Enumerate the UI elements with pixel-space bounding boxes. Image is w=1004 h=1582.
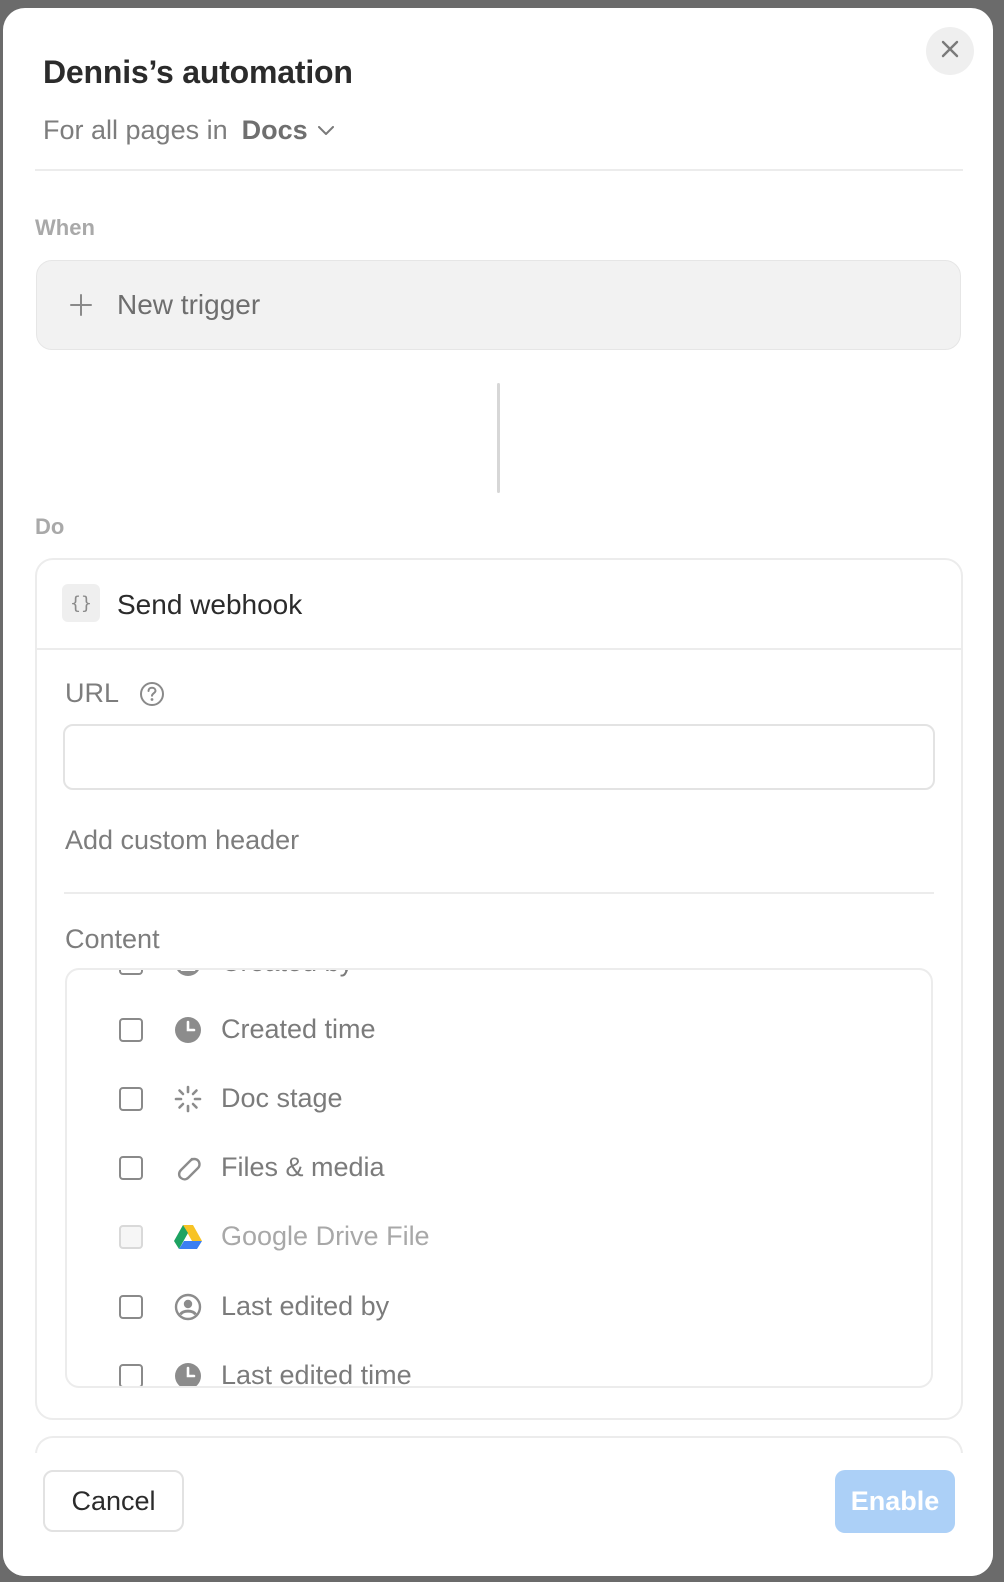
close-button[interactable] — [926, 27, 974, 75]
person-icon — [173, 1292, 203, 1322]
property-row-doc-stage[interactable]: Doc stage — [67, 1064, 931, 1133]
automation-modal: Dennis’s automation For all pages in Doc… — [3, 8, 993, 1576]
database-name: Docs — [241, 115, 308, 145]
checkbox[interactable] — [119, 1017, 143, 1042]
modal-title: Dennis’s automation — [43, 54, 353, 90]
plus-icon — [69, 293, 93, 317]
chevron-down-icon — [317, 125, 334, 135]
checkbox[interactable] — [119, 1363, 143, 1386]
checkbox[interactable] — [119, 1294, 143, 1319]
clock-icon — [173, 1015, 203, 1045]
google-drive-icon — [173, 1222, 203, 1252]
new-trigger-button[interactable]: New trigger — [36, 260, 961, 350]
property-row-files-media[interactable]: Files & media — [67, 1133, 931, 1202]
checkbox[interactable] — [119, 1155, 143, 1180]
checkbox[interactable] — [119, 970, 143, 975]
checkbox[interactable] — [119, 1086, 143, 1111]
do-label: Do — [35, 514, 65, 539]
code-braces-icon: {} — [62, 584, 100, 622]
modal-footer: Cancel Enable — [3, 1453, 993, 1576]
property-label: Created time — [221, 1014, 376, 1044]
property-row-created-time[interactable]: Created time — [67, 995, 931, 1064]
new-trigger-label: New trigger — [117, 289, 261, 320]
scope-row: For all pages in Docs — [43, 115, 334, 146]
enable-button[interactable]: Enable — [835, 1470, 955, 1533]
clock-icon — [173, 1361, 203, 1386]
url-input[interactable] — [63, 724, 935, 790]
action-header[interactable]: {} Send webhook — [37, 560, 961, 650]
close-icon — [940, 39, 960, 64]
divider — [64, 892, 934, 894]
action-title: Send webhook — [117, 589, 303, 620]
cancel-button[interactable]: Cancel — [43, 1470, 184, 1532]
when-label: When — [35, 215, 95, 240]
property-label: Created by — [221, 970, 353, 978]
property-row-last-edited-time[interactable]: Last edited time — [67, 1341, 931, 1388]
webhook-action-card: {} Send webhook URL Add custom header Co… — [35, 558, 963, 1420]
status-icon — [173, 1084, 203, 1114]
flow-connector — [497, 383, 500, 493]
help-icon[interactable] — [139, 681, 165, 707]
property-label: Files & media — [221, 1152, 385, 1182]
paperclip-icon — [173, 1153, 203, 1183]
url-label-row: URL — [65, 678, 165, 709]
property-row-google-drive-file: Google Drive File — [67, 1202, 931, 1271]
content-properties-list[interactable]: Created by Created time Doc stage — [65, 968, 933, 1388]
divider — [35, 169, 963, 171]
scope-prefix: For all pages in — [43, 115, 228, 145]
property-label: Google Drive File — [221, 1221, 430, 1251]
property-label: Last edited by — [221, 1291, 390, 1321]
property-row-created-by[interactable]: Created by — [67, 970, 931, 997]
add-custom-header-button[interactable]: Add custom header — [65, 825, 299, 856]
url-label: URL — [65, 678, 120, 708]
property-label: Last edited time — [221, 1360, 412, 1388]
person-icon — [173, 970, 203, 978]
database-selector[interactable]: Docs — [242, 115, 334, 146]
content-label: Content — [65, 924, 160, 954]
property-row-last-edited-by[interactable]: Last edited by — [67, 1272, 931, 1341]
property-label: Doc stage — [221, 1083, 343, 1113]
checkbox — [119, 1224, 143, 1249]
